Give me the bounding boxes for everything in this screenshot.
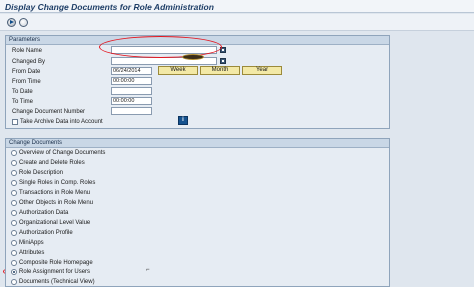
from-date-label: From Date (12, 69, 41, 75)
option-label: MiniApps (19, 240, 44, 246)
radio-button[interactable] (11, 190, 17, 196)
month-button[interactable]: Month (200, 66, 240, 75)
from-time-input[interactable]: 00:00:00 (111, 77, 152, 85)
radio-button[interactable] (11, 200, 17, 206)
radio-button[interactable] (11, 160, 17, 166)
option-label: Overview of Change Documents (19, 150, 106, 156)
option-label: Create and Delete Roles (19, 160, 85, 166)
option-label: Authorization Data (19, 210, 69, 216)
role-name-label: Role Name (12, 48, 43, 54)
to-time-label: To Time (12, 99, 34, 105)
option-label: Composite Role Homepage (19, 260, 93, 266)
to-date-input[interactable] (111, 87, 152, 95)
toolbar (0, 14, 474, 31)
option-label: Other Objects in Role Menu (19, 200, 94, 206)
option-label: Transactions in Role Menu (19, 190, 91, 196)
radio-button[interactable] (11, 279, 17, 285)
changed-by-label: Changed By (12, 59, 46, 65)
radio-button[interactable] (11, 230, 17, 236)
change-documents-header: Change Documents (6, 139, 389, 148)
radio-button[interactable] (11, 210, 17, 216)
option-label: Role Assignment for Users (19, 269, 91, 275)
radio-button[interactable] (11, 150, 17, 156)
redacted-user-annotation (182, 54, 204, 60)
window-title: Display Change Documents for Role Admini… (0, 0, 474, 13)
option-label: Single Roles in Comp. Roles (19, 180, 96, 186)
option-label: Organizational Level Value (19, 220, 91, 226)
week-button[interactable]: Week (158, 66, 198, 75)
from-date-input[interactable]: 06/24/2014 (111, 67, 152, 75)
archive-checkbox[interactable] (12, 119, 18, 125)
option-label: Attributes (19, 250, 45, 256)
to-time-input[interactable]: 00:00:00 (111, 97, 152, 105)
radio-button[interactable] (11, 220, 17, 226)
execute-icon[interactable] (7, 18, 16, 27)
info-button[interactable]: i (178, 116, 188, 125)
year-button[interactable]: Year (242, 66, 282, 75)
change-doc-number-input[interactable] (111, 107, 152, 115)
radio-button[interactable] (11, 170, 17, 176)
option-label: Authorization Profile (19, 230, 73, 236)
mouse-cursor-icon: ⌐ (146, 267, 150, 273)
variant-icon[interactable] (19, 18, 28, 27)
radio-button[interactable] (11, 180, 17, 186)
change-doc-number-label: Change Document Number (12, 109, 86, 115)
archive-label: Take Archive Data into Account (20, 119, 103, 125)
from-time-label: From Time (12, 79, 41, 85)
changed-by-match-icon[interactable] (220, 58, 226, 64)
option-label: Role Description (19, 170, 64, 176)
role-name-annotation (99, 36, 222, 58)
radio-button[interactable] (11, 260, 17, 266)
radio-button[interactable] (11, 240, 17, 246)
change-documents-group: Change Documents Overview of Change Docu… (5, 138, 390, 287)
option-label: Documents (Technical View) (19, 279, 95, 285)
to-date-label: To Date (12, 89, 33, 95)
radio-button[interactable] (11, 250, 17, 256)
radio-button-selected[interactable] (11, 269, 17, 275)
